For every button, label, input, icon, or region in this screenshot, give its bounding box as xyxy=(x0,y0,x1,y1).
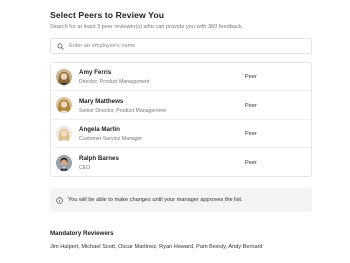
peer-name: Mary Matthews xyxy=(79,97,124,105)
avatar xyxy=(56,125,72,142)
peer-role: CEO xyxy=(79,164,91,171)
mandatory-reviewers-list: Jim Halpert, Michael Scott, Oscar Martin… xyxy=(50,244,263,250)
peer-role: Customer Service Manager xyxy=(79,136,143,142)
list-item[interactable]: Mary Matthews Senior Director, Product M… xyxy=(51,92,311,120)
search-icon xyxy=(57,42,64,50)
info-notice: You will be able to make changes until y… xyxy=(50,188,312,212)
avatar xyxy=(56,97,72,113)
peer-selection-page: Select Peers to Review You Search for at… xyxy=(0,0,350,263)
peer-type: Peer xyxy=(245,131,257,137)
peer-type: Peer xyxy=(245,74,257,80)
list-item[interactable]: Amy Ferris Director, Product Management … xyxy=(51,63,311,91)
info-icon xyxy=(56,191,63,209)
search-box[interactable] xyxy=(50,38,312,54)
peer-type: Peer xyxy=(245,102,257,109)
peer-role: Director, Product Management xyxy=(79,79,150,85)
peer-name: Angela Martin xyxy=(79,126,120,133)
list-item[interactable]: Angela Martin Customer Service Manager P… xyxy=(51,120,311,148)
mandatory-reviewers-heading: Mandatory Reviewers xyxy=(50,230,114,237)
peer-list: Amy Ferris Director, Product Management … xyxy=(50,62,312,177)
page-title: Select Peers to Review You xyxy=(50,10,165,20)
avatar xyxy=(56,68,72,85)
peer-name: Ralph Barnes xyxy=(79,154,119,162)
peer-name: Amy Ferris xyxy=(79,69,112,76)
list-item[interactable]: Ralph Barnes CEO Peer xyxy=(51,149,311,177)
avatar xyxy=(56,154,72,171)
peer-type: Peer xyxy=(245,159,257,166)
peer-role: Senior Director, Product Management xyxy=(79,107,166,114)
notice-text: You will be able to make changes until y… xyxy=(68,197,243,203)
search-input[interactable] xyxy=(69,43,299,49)
page-subtitle: Search for at least 3 peer reviewer(s) w… xyxy=(50,24,244,30)
